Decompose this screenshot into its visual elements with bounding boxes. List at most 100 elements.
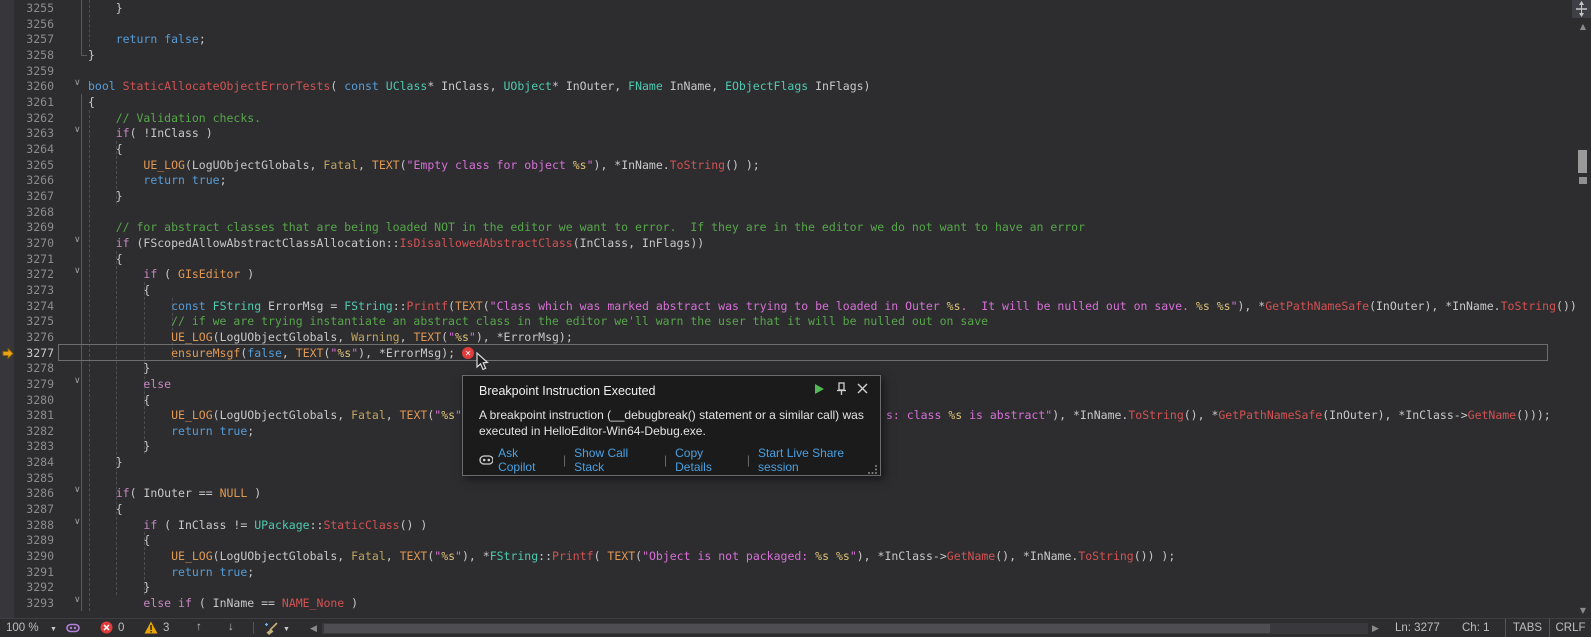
code-text[interactable]: { (88, 533, 150, 547)
code-line[interactable]: 3267 } (0, 188, 1591, 204)
zoom-level-dropdown[interactable]: 100 % (6, 622, 39, 634)
code-text[interactable]: if (FScopedAllowAbstractClassAllocation:… (88, 236, 704, 250)
code-text[interactable]: UE_LOG(LogUObjectGlobals, Fatal, TEXT("%… (88, 549, 1175, 563)
fold-chevron-icon[interactable]: ∨ (74, 517, 88, 527)
fold-chevron-icon[interactable]: ∨ (74, 78, 88, 88)
breakpoint-hit-icon[interactable]: ✕ (462, 347, 474, 359)
code-line[interactable]: 3275 // if we are trying instantiate an … (0, 313, 1591, 329)
code-line[interactable]: 3264 { (0, 141, 1591, 157)
fold-chevron-icon[interactable]: ∨ (74, 125, 88, 135)
vertical-scrollbar-thumb[interactable] (1578, 150, 1587, 173)
code-line[interactable]: 3270∨ if (FScopedAllowAbstractClassAlloc… (0, 235, 1591, 251)
code-line[interactable]: 3293∨ else if ( InName == NAME_None ) (0, 595, 1591, 611)
vertical-scrollbar[interactable]: ▲ ▼ (1575, 18, 1591, 618)
code-editor-area[interactable]: 3255 }32563257 return false;3258}3259326… (0, 0, 1591, 618)
code-line[interactable]: 3265 UE_LOG(LogUObjectGlobals, Fatal, TE… (0, 157, 1591, 173)
code-text[interactable]: const FString ErrorMsg = FString::Printf… (88, 299, 1584, 313)
code-line[interactable]: 3278 } (0, 360, 1591, 376)
code-line[interactable]: 3272∨ if ( GIsEditor ) (0, 266, 1591, 282)
fold-chevron-icon[interactable]: ∨ (74, 595, 88, 605)
code-text[interactable]: return true; (88, 565, 254, 579)
code-text[interactable]: { (88, 142, 123, 156)
code-text[interactable]: if ( GIsEditor ) (88, 267, 254, 281)
code-text[interactable]: bool StaticAllocateObjectErrorTests( con… (88, 79, 870, 93)
code-line[interactable]: 3271 { (0, 251, 1591, 267)
code-line[interactable]: 3257 return false; (0, 31, 1591, 47)
code-line[interactable]: 3262 // Validation checks. (0, 110, 1591, 126)
code-text[interactable]: if( InOuter == NULL ) (88, 486, 261, 500)
code-text[interactable]: // for abstract classes that are being l… (88, 220, 1085, 234)
code-line[interactable]: 3290 UE_LOG(LogUObjectGlobals, Fatal, TE… (0, 548, 1591, 564)
pin-icon[interactable] (835, 382, 847, 395)
scroll-up-arrow[interactable]: ▲ (1575, 22, 1591, 31)
code-text[interactable]: return false; (88, 32, 206, 46)
code-text[interactable]: return true; (88, 173, 227, 187)
code-text[interactable]: else if ( InName == NAME_None ) (88, 596, 358, 610)
copilot-status-icon[interactable] (66, 621, 80, 635)
zoom-dropdown-caret[interactable]: ▼ (50, 626, 57, 633)
code-line[interactable]: 3269 // for abstract classes that are be… (0, 219, 1591, 235)
copy-details-link[interactable]: Copy Details (675, 446, 739, 474)
code-line[interactable]: 3288∨ if ( InClass != UPackage::StaticCl… (0, 517, 1591, 533)
code-line[interactable]: 3263∨ if( !InClass ) (0, 125, 1591, 141)
scroll-down-arrow[interactable]: ▼ (1575, 606, 1591, 615)
code-line[interactable]: 3276 UE_LOG(LogUObjectGlobals, Warning, … (0, 329, 1591, 345)
fold-chevron-icon[interactable]: ∨ (74, 485, 88, 495)
code-line[interactable]: 3266 return true; (0, 172, 1591, 188)
code-text[interactable]: s: class %s is abstract"), *InName.ToStr… (886, 408, 1551, 422)
code-line[interactable]: 3261{ (0, 94, 1591, 110)
code-line[interactable]: 3289 { (0, 532, 1591, 548)
resize-grip[interactable] (868, 464, 878, 474)
warning-count-icon[interactable] (144, 621, 158, 634)
indent-mode-indicator[interactable]: TABS (1505, 619, 1549, 637)
code-text[interactable]: UE_LOG(LogUObjectGlobals, Fatal, TEXT("E… (88, 158, 760, 172)
split-editor-handle[interactable] (1572, 0, 1591, 18)
fold-chevron-icon[interactable]: ∨ (74, 376, 88, 386)
code-line[interactable]: 3259 (0, 63, 1591, 79)
code-text[interactable]: else (88, 377, 171, 391)
code-text[interactable]: UE_LOG(LogUObjectGlobals, Warning, TEXT(… (88, 330, 573, 344)
code-line[interactable]: 3292 } (0, 579, 1591, 595)
error-count[interactable]: 0 (118, 622, 124, 634)
code-text[interactable]: UE_LOG(LogUObjectGlobals, Fatal, TEXT("%… (88, 408, 462, 422)
code-text[interactable]: // Validation checks. (88, 111, 261, 125)
next-issue-arrow[interactable]: ↓ (228, 621, 234, 633)
code-line[interactable]: 3287 { (0, 501, 1591, 517)
horizontal-scrollbar[interactable] (322, 623, 1368, 634)
code-text[interactable]: } (88, 189, 123, 203)
code-text[interactable]: { (88, 283, 150, 297)
continue-icon[interactable] (813, 383, 825, 395)
code-line[interactable]: 3291 return true; (0, 564, 1591, 580)
show-call-stack-link[interactable]: Show Call Stack (574, 446, 656, 474)
code-text[interactable]: { (88, 252, 123, 266)
code-line[interactable]: 3260∨bool StaticAllocateObjectErrorTests… (0, 78, 1591, 94)
warning-count[interactable]: 3 (163, 622, 169, 634)
code-line[interactable]: 3274 const FString ErrorMsg = FString::P… (0, 298, 1591, 314)
code-text[interactable]: if( !InClass ) (88, 126, 213, 140)
code-text[interactable]: return true; (88, 424, 254, 438)
start-live-share-link[interactable]: Start Live Share session (758, 446, 880, 474)
code-text[interactable]: if ( InClass != UPackage::StaticClass() … (88, 518, 427, 532)
code-line[interactable]: 3286∨ if( InOuter == NULL ) (0, 485, 1591, 501)
code-text[interactable]: ensureMsgf(false, TEXT("%s"), *ErrorMsg)… (88, 346, 474, 360)
previous-issue-arrow[interactable]: ↑ (196, 621, 202, 633)
code-line[interactable]: 3258} (0, 47, 1591, 63)
hscroll-left-arrow[interactable]: ◀ (310, 623, 317, 634)
line-ending-indicator[interactable]: CRLF (1549, 619, 1591, 637)
code-text[interactable]: { (88, 95, 95, 109)
error-count-icon[interactable] (100, 621, 113, 634)
code-text[interactable]: } (88, 361, 150, 375)
ask-copilot-link[interactable]: Ask Copilot (498, 446, 555, 474)
code-line[interactable]: 3277 ensureMsgf(false, TEXT("%s"), *Erro… (0, 345, 1591, 361)
hscroll-right-arrow[interactable]: ▶ (1372, 623, 1379, 634)
close-icon[interactable] (857, 383, 868, 394)
code-line[interactable]: 3268 (0, 204, 1591, 220)
code-line[interactable]: 3255 } (0, 0, 1591, 16)
code-line[interactable]: 3256 (0, 16, 1591, 32)
code-text[interactable]: } (88, 48, 95, 62)
code-text[interactable]: } (88, 455, 123, 469)
code-line[interactable]: 3273 { (0, 282, 1591, 298)
code-text[interactable]: } (88, 580, 150, 594)
fold-chevron-icon[interactable]: ∨ (74, 266, 88, 276)
code-text[interactable]: } (88, 439, 150, 453)
